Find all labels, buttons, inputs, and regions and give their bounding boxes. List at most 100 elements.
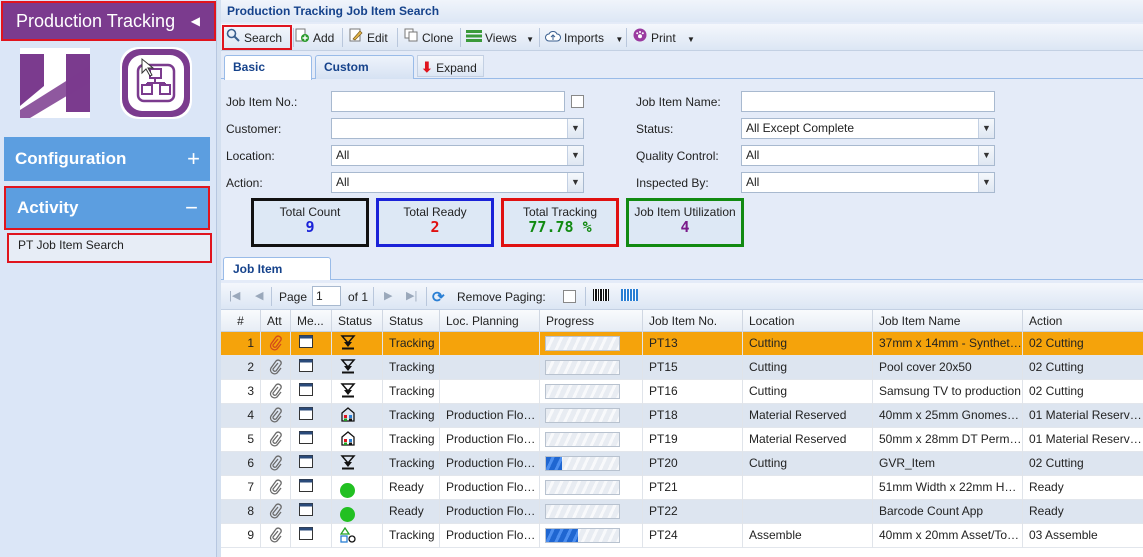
column-header[interactable]: Status: [332, 310, 383, 332]
paperclip-icon[interactable]: [261, 428, 291, 452]
memo-icon[interactable]: [291, 500, 332, 524]
page-count-label: of 1: [348, 290, 369, 304]
paperclip-icon[interactable]: [261, 500, 291, 524]
next-page-icon[interactable]: ▶: [384, 289, 392, 302]
memo-icon[interactable]: [291, 332, 332, 356]
paperclip-icon[interactable]: [261, 332, 291, 356]
action-combo[interactable]: All ▼: [331, 172, 584, 193]
status-cell: Tracking: [383, 524, 440, 548]
memo-icon[interactable]: [291, 380, 332, 404]
table-row[interactable]: 9 Tracking Production Flow 1 PT24 Assemble 40…: [221, 524, 1143, 548]
page-number-input[interactable]: 1: [312, 286, 341, 306]
grid-header: # Att Me... Status Status Loc. Planning …: [221, 310, 1143, 332]
memo-icon[interactable]: [291, 452, 332, 476]
print-button[interactable]: Print ▼: [632, 27, 695, 48]
customer-combo[interactable]: ▼: [331, 118, 584, 139]
page-title: Production Tracking Job Item Search: [221, 0, 1143, 22]
activity-panel-header[interactable]: Activity −: [4, 186, 210, 230]
loc-planning-cell: [440, 380, 540, 404]
paperclip-icon[interactable]: [261, 404, 291, 428]
column-header[interactable]: Loc. Planning: [440, 310, 540, 332]
column-header[interactable]: Status: [383, 310, 440, 332]
chevron-down-icon[interactable]: ▼: [567, 173, 583, 192]
table-row[interactable]: 8 Ready Production Flow 1 PT22 Barcode Count…: [221, 500, 1143, 524]
table-row[interactable]: 4 Tracking Production Flow 1 PT18 Material R…: [221, 404, 1143, 428]
table-row[interactable]: 2 Tracking PT15 Cutting Pool cover 20x50 02 C…: [221, 356, 1143, 380]
memo-icon[interactable]: [291, 356, 332, 380]
column-header[interactable]: Job Item No.: [643, 310, 743, 332]
last-page-icon[interactable]: ▶|: [406, 289, 417, 302]
tab-custom-search[interactable]: Custom Search: [315, 55, 414, 96]
imports-button[interactable]: Imports ▼: [545, 27, 623, 48]
job-item-name-cell: 40mm x 20mm Asset/Tool...: [873, 524, 1023, 548]
add-button[interactable]: Add: [294, 27, 334, 48]
configuration-panel-header[interactable]: Configuration +: [4, 137, 210, 181]
search-button[interactable]: Search: [222, 25, 292, 50]
table-row[interactable]: 7 Ready Production Flow 1 PT21 51mm Width x …: [221, 476, 1143, 500]
clone-icon: [403, 27, 419, 48]
sidebar-item-pt-job-item-search[interactable]: PT Job Item Search: [7, 233, 212, 263]
progress-cell: [540, 380, 643, 404]
collapse-minus-icon[interactable]: −: [185, 188, 198, 228]
refresh-icon[interactable]: ⟳: [432, 288, 445, 306]
progress-cell: [540, 356, 643, 380]
progress-bar: [545, 360, 620, 375]
barcode-blue-icon[interactable]: [621, 289, 638, 301]
memo-icon[interactable]: [291, 428, 332, 452]
job-item-name-input[interactable]: [741, 91, 995, 112]
chevron-down-icon[interactable]: ▼: [567, 119, 583, 138]
column-header[interactable]: Me...: [291, 310, 332, 332]
column-header[interactable]: Job Item Name: [873, 310, 1023, 332]
collapse-arrow-icon[interactable]: ◀: [191, 3, 200, 39]
grid-tabs: Job Item: [221, 254, 1143, 280]
table-row[interactable]: 1 Tracking PT13 Cutting 37mm x 14mm - Synthe…: [221, 332, 1143, 356]
column-header[interactable]: Progress: [540, 310, 643, 332]
memo-icon[interactable]: [291, 524, 332, 548]
location-cell: Assemble: [743, 524, 873, 548]
table-row[interactable]: 5 Tracking Production Flow 1 PT19 Material R…: [221, 428, 1143, 452]
sidebar-header[interactable]: Production Tracking ◀: [1, 1, 216, 41]
tab-job-item[interactable]: Job Item: [223, 257, 331, 280]
chevron-down-icon[interactable]: ▼: [978, 119, 994, 138]
column-header[interactable]: #: [221, 310, 261, 332]
job-item-no-checkbox[interactable]: [571, 95, 584, 108]
loc-planning-cell: Production Flow 1: [440, 404, 540, 428]
location-combo[interactable]: All ▼: [331, 145, 584, 166]
job-item-no-input[interactable]: [331, 91, 565, 112]
job-item-name-cell: GVR_Item: [873, 452, 1023, 476]
paperclip-icon[interactable]: [261, 524, 291, 548]
clone-button[interactable]: Clone: [403, 27, 453, 48]
views-button[interactable]: Views ▼: [466, 27, 534, 48]
first-page-icon[interactable]: |◀: [229, 289, 240, 302]
table-row[interactable]: 3 Tracking PT16 Cutting Samsung TV to produc…: [221, 380, 1143, 404]
memo-icon[interactable]: [291, 404, 332, 428]
column-header[interactable]: Att: [261, 310, 291, 332]
column-header[interactable]: Action: [1023, 310, 1143, 332]
paperclip-icon[interactable]: [261, 380, 291, 404]
edit-button[interactable]: Edit: [348, 27, 388, 48]
inspected-by-combo[interactable]: All ▼: [741, 172, 995, 193]
assemble-icon: [332, 524, 383, 548]
status-combo[interactable]: All Except Complete ▼: [741, 118, 995, 139]
prev-page-icon[interactable]: ◀: [255, 289, 263, 302]
expand-plus-icon[interactable]: +: [187, 137, 200, 181]
table-row[interactable]: 6 Tracking Production Flow 1 PT20 Cutting GVR…: [221, 452, 1143, 476]
status-cell: Tracking: [383, 404, 440, 428]
expand-button[interactable]: ⬇ Expand: [417, 55, 484, 77]
barcode-icon[interactable]: [593, 289, 609, 301]
tracking-icon: [332, 356, 383, 380]
paperclip-icon[interactable]: [261, 476, 291, 500]
status-cell: Tracking: [383, 380, 440, 404]
action-cell: 01 Material Reserved: [1029, 432, 1143, 446]
page-label: Page: [279, 290, 308, 304]
chevron-down-icon[interactable]: ▼: [567, 146, 583, 165]
tab-basic-search[interactable]: Basic Search: [224, 55, 312, 96]
chevron-down-icon[interactable]: ▼: [978, 146, 994, 165]
remove-paging-checkbox[interactable]: [563, 290, 576, 303]
quality-control-combo[interactable]: All ▼: [741, 145, 995, 166]
paperclip-icon[interactable]: [261, 356, 291, 380]
paperclip-icon[interactable]: [261, 452, 291, 476]
chevron-down-icon[interactable]: ▼: [978, 173, 994, 192]
column-header[interactable]: Location: [743, 310, 873, 332]
memo-icon[interactable]: [291, 476, 332, 500]
